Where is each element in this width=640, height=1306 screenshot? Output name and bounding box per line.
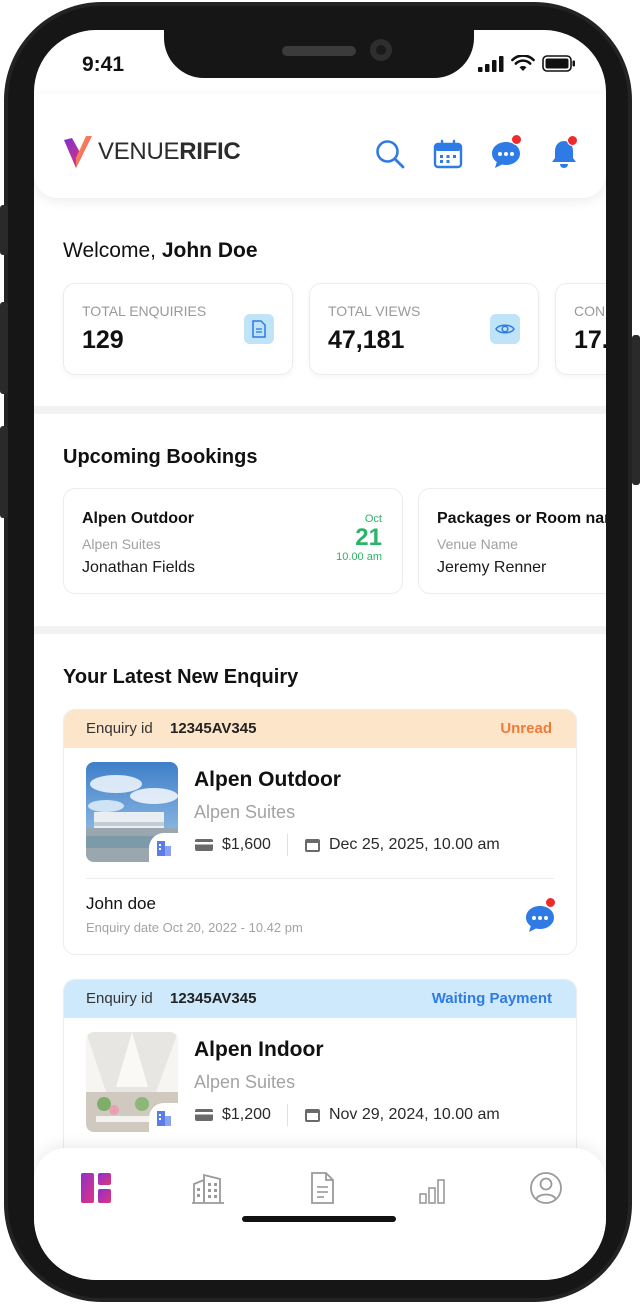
enquiry-meta: $1,200 Nov 29, 2024, 10.00 am bbox=[194, 1104, 500, 1126]
welcome-text: Welcome, John Doe bbox=[63, 239, 258, 262]
enquiry-card[interactable]: Enquiry id 12345AV345 Unread Alpen Outdo… bbox=[63, 709, 577, 955]
app-header: VENUERIFIC bbox=[34, 94, 606, 198]
status-icons bbox=[478, 55, 576, 72]
building-icon[interactable] bbox=[190, 1170, 226, 1206]
calendar-icon[interactable] bbox=[432, 138, 464, 170]
bell-button[interactable] bbox=[548, 135, 580, 170]
enquiry-header: Enquiry id 12345AV345 Waiting Payment bbox=[64, 980, 576, 1018]
bottom-nav bbox=[34, 1148, 606, 1280]
upcoming-bookings-title: Upcoming Bookings bbox=[63, 446, 258, 468]
stat-label: TOTAL ENQUIRIES bbox=[82, 303, 207, 319]
document-icon bbox=[244, 314, 274, 344]
enquiry-chat-button[interactable] bbox=[524, 897, 556, 934]
enquiry-venue: Alpen Indoor bbox=[194, 1038, 324, 1061]
enquiry-sub: Alpen Suites bbox=[194, 1072, 296, 1092]
stat-card-views[interactable]: TOTAL VIEWS 47,181 bbox=[309, 283, 539, 375]
enquiry-id-label: Enquiry id bbox=[86, 990, 153, 1007]
search-icon[interactable] bbox=[374, 138, 406, 170]
enquirer-name: John doe bbox=[86, 894, 156, 913]
enquiry-event-date: Dec 25, 2025, 10.00 am bbox=[328, 836, 500, 853]
front-camera bbox=[370, 39, 392, 61]
card-icon bbox=[195, 839, 213, 851]
enquiry-id-label: Enquiry id bbox=[86, 720, 153, 737]
device-notch bbox=[164, 30, 474, 78]
section-divider bbox=[34, 626, 606, 634]
brand-mark-icon bbox=[64, 136, 92, 168]
latest-enquiry-title: Your Latest New Enquiry bbox=[63, 666, 299, 688]
enquiry-event-date: Nov 29, 2024, 10.00 am bbox=[328, 1106, 500, 1123]
enquiry-price: $1,200 bbox=[222, 1106, 271, 1123]
booking-time: 10.00 am bbox=[336, 551, 382, 563]
stat-card-partial[interactable]: CON 17. bbox=[555, 283, 606, 375]
booking-person: Jeremy Renner bbox=[437, 559, 547, 576]
brand-name: VENUERIFIC bbox=[98, 138, 241, 165]
bell-notification-dot bbox=[567, 135, 578, 146]
building-badge bbox=[149, 1103, 179, 1133]
booking-venue: Packages or Room nam bbox=[437, 510, 606, 527]
profile-icon[interactable] bbox=[528, 1170, 564, 1206]
building-icon bbox=[157, 841, 171, 856]
dashboard-icon[interactable] bbox=[78, 1170, 114, 1206]
calendar-small-icon bbox=[304, 839, 320, 852]
document-icon[interactable] bbox=[304, 1170, 340, 1206]
home-indicator[interactable] bbox=[242, 1216, 396, 1222]
earpiece bbox=[282, 46, 356, 56]
chat-notification-dot bbox=[545, 897, 556, 908]
booking-sub: Alpen Suites bbox=[82, 536, 161, 552]
stat-label: CON bbox=[574, 303, 606, 319]
enquiry-venue: Alpen Outdoor bbox=[194, 768, 341, 791]
wifi-icon bbox=[511, 55, 535, 71]
stat-value: 129 bbox=[82, 326, 124, 354]
booking-date: Oct 21 10.00 am bbox=[336, 513, 382, 563]
booking-day: 21 bbox=[355, 524, 382, 551]
section-divider bbox=[34, 406, 606, 414]
chat-button[interactable] bbox=[490, 134, 522, 170]
building-badge bbox=[149, 833, 179, 863]
enquiry-id: 12345AV345 bbox=[170, 990, 257, 1007]
card-icon bbox=[195, 1109, 213, 1121]
stat-card-enquiries[interactable]: TOTAL ENQUIRIES 129 bbox=[63, 283, 293, 375]
booking-person: Jonathan Fields bbox=[82, 559, 195, 576]
side-button-volume-down bbox=[0, 426, 8, 518]
stat-label: TOTAL VIEWS bbox=[328, 303, 421, 319]
enquiry-sub: Alpen Suites bbox=[194, 802, 296, 822]
stat-value: 47,181 bbox=[328, 326, 405, 354]
side-button-silent bbox=[0, 205, 8, 255]
enquiry-date: Enquiry date Oct 20, 2022 - 10.42 pm bbox=[86, 920, 303, 935]
enquiry-meta: $1,600 Dec 25, 2025, 10.00 am bbox=[194, 834, 500, 856]
enquiry-header: Enquiry id 12345AV345 Unread bbox=[64, 710, 576, 748]
calendar-small-icon bbox=[304, 1109, 320, 1122]
brand-logo[interactable]: VENUERIFIC bbox=[62, 134, 241, 170]
side-button-volume-up bbox=[0, 302, 8, 394]
enquiry-status: Waiting Payment bbox=[431, 990, 552, 1007]
booking-card[interactable]: Alpen Outdoor Alpen Suites Jonathan Fiel… bbox=[63, 488, 403, 594]
battery-icon bbox=[542, 55, 575, 72]
booking-venue: Alpen Outdoor bbox=[82, 510, 194, 527]
signal-icon bbox=[478, 55, 504, 72]
enquiry-id: 12345AV345 bbox=[170, 720, 257, 737]
eye-icon bbox=[490, 314, 520, 344]
chart-icon[interactable] bbox=[416, 1170, 452, 1206]
side-button-power bbox=[632, 335, 640, 485]
building-icon bbox=[157, 1111, 171, 1126]
chat-notification-dot bbox=[511, 134, 522, 145]
stat-value: 17. bbox=[574, 326, 606, 354]
enquiry-price: $1,600 bbox=[222, 836, 271, 853]
enquiry-status: Unread bbox=[500, 720, 552, 737]
app-screen: VENUERIFIC 9:41 Welcome, John Doe TOTAL … bbox=[34, 30, 606, 1280]
status-time: 9:41 bbox=[82, 53, 125, 76]
booking-card[interactable]: Packages or Room nam Venue Name Jeremy R… bbox=[418, 488, 606, 594]
card-divider bbox=[86, 878, 554, 879]
booking-sub: Venue Name bbox=[437, 536, 518, 552]
